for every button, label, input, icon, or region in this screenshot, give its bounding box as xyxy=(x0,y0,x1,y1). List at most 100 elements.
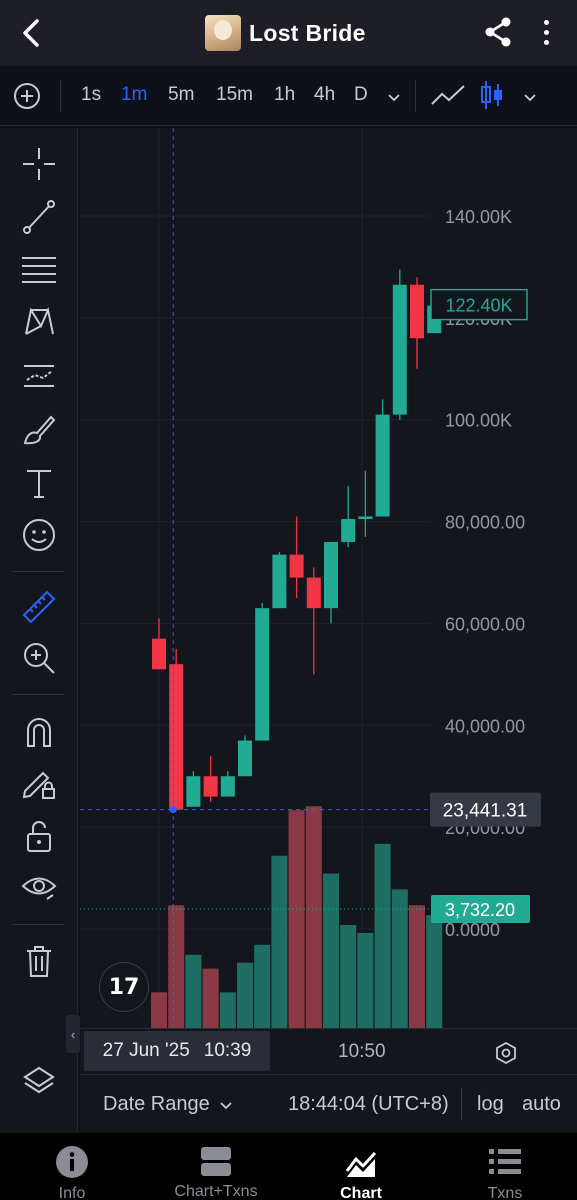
chart-settings-button[interactable] xyxy=(494,1041,518,1065)
time-tick: 10:50 xyxy=(338,1041,386,1062)
chevron-left-icon: ‹ xyxy=(70,1026,76,1042)
interval-d[interactable]: D xyxy=(354,84,368,106)
lock-drawing-icon xyxy=(22,771,55,799)
more-button[interactable] xyxy=(534,15,558,49)
text-tool[interactable] xyxy=(20,464,58,502)
lock-drawings-tool[interactable] xyxy=(20,764,58,802)
volume-bar xyxy=(168,905,185,1028)
divider xyxy=(12,924,64,925)
divider xyxy=(12,694,64,695)
candle-body xyxy=(375,414,390,517)
share-button[interactable] xyxy=(482,15,514,49)
volume-bar xyxy=(151,992,167,1028)
volume-value-text: 3,732.20 xyxy=(445,900,515,920)
ruler-tool[interactable] xyxy=(20,588,58,626)
volume-bar xyxy=(357,932,374,1028)
info-icon xyxy=(56,1146,88,1178)
chevron-down-icon xyxy=(388,94,400,102)
nav-txns[interactable]: Txns xyxy=(470,1133,540,1200)
magnet-tool[interactable] xyxy=(20,713,58,751)
time-axis[interactable]: 27 Jun '25 10:39 10:50 xyxy=(80,1028,577,1074)
price-axis-label: 60,000.00 xyxy=(445,614,525,634)
crosshair-time-label: 27 Jun '25 10:39 xyxy=(84,1031,270,1071)
interval-4h[interactable]: 4h xyxy=(314,84,335,106)
back-button[interactable] xyxy=(14,14,48,52)
chart-type-candle-button[interactable] xyxy=(480,78,504,112)
delete-tool[interactable] xyxy=(20,942,58,980)
divider xyxy=(461,1088,462,1120)
date-range-label: Date Range xyxy=(103,1093,210,1115)
brush-icon xyxy=(23,415,56,445)
magnet-icon xyxy=(27,718,51,747)
auto-scale-button[interactable]: auto xyxy=(522,1093,561,1116)
crosshair-dot xyxy=(169,806,177,814)
nav-label: Chart xyxy=(340,1185,382,1200)
add-indicator-button[interactable] xyxy=(13,82,41,110)
date-range-button[interactable]: Date Range xyxy=(103,1093,233,1116)
candle-body xyxy=(306,577,321,609)
fib-lines-tool[interactable] xyxy=(20,251,58,289)
chart-type-line-button[interactable] xyxy=(430,82,466,110)
crosshair-time: 10:39 xyxy=(203,1040,252,1061)
unlock-icon xyxy=(27,821,51,852)
candle-body xyxy=(186,776,201,807)
nav-chart[interactable]: Chart xyxy=(326,1133,396,1200)
price-axis-label: 140.00K xyxy=(445,207,512,227)
tradingview-logo-icon[interactable]: 17 xyxy=(99,962,149,1012)
visibility-tool[interactable] xyxy=(20,868,58,906)
volume-bar xyxy=(219,992,236,1028)
trend-line-tool[interactable] xyxy=(20,198,58,236)
interval-5m[interactable]: 5m xyxy=(168,84,194,106)
share-icon xyxy=(485,17,511,47)
forecast-icon xyxy=(24,365,54,387)
nav-info[interactable]: Info xyxy=(37,1133,107,1200)
clock-label[interactable]: 18:44:04 (UTC+8) xyxy=(288,1093,449,1116)
divider xyxy=(60,80,61,112)
nav-chart-txns[interactable]: Chart+Txns xyxy=(166,1133,266,1200)
interval-1m[interactable]: 1m xyxy=(121,84,147,106)
ruler-icon xyxy=(22,590,56,624)
chart-type-dropdown-button[interactable] xyxy=(522,90,540,104)
volume-bar xyxy=(426,915,443,1028)
candle-body xyxy=(220,776,235,797)
text-icon xyxy=(27,470,51,498)
candle-body xyxy=(392,284,407,415)
trend-line-icon xyxy=(23,200,55,234)
volume-bar xyxy=(237,962,253,1028)
volume-bar xyxy=(391,889,408,1028)
app-header: Lost Bride xyxy=(0,0,577,66)
forecast-tool[interactable] xyxy=(20,357,58,395)
trash-icon xyxy=(27,946,51,977)
crosshair-tool[interactable] xyxy=(20,145,58,183)
interval-1s[interactable]: 1s xyxy=(81,84,101,106)
object-tree-tool[interactable] xyxy=(20,1063,58,1101)
more-vertical-icon xyxy=(543,19,549,25)
candlestick-chart[interactable]: 140.00K120.00K100.00K80,000.0060,000.004… xyxy=(80,128,577,1028)
volume-bar xyxy=(288,810,305,1028)
interval-dropdown-button[interactable] xyxy=(386,90,404,104)
interval-1h[interactable]: 1h xyxy=(274,84,295,106)
chart-pane[interactable]: 140.00K120.00K100.00K80,000.0060,000.004… xyxy=(80,128,577,1109)
candle-body xyxy=(324,541,338,609)
candlestick-icon xyxy=(481,81,502,109)
list-icon xyxy=(489,1149,521,1174)
interval-15m[interactable]: 15m xyxy=(216,84,253,106)
collapse-tools-button[interactable]: ‹ xyxy=(66,1015,80,1053)
pattern-tool[interactable] xyxy=(20,303,58,341)
zoom-in-tool[interactable] xyxy=(20,639,58,677)
brush-tool[interactable] xyxy=(20,410,58,448)
chart-icon xyxy=(345,1151,377,1177)
unlock-tool[interactable] xyxy=(20,817,58,855)
chevron-down-icon xyxy=(220,1102,232,1109)
emoji-tool[interactable] xyxy=(20,516,58,554)
volume-bar xyxy=(305,806,322,1028)
divider xyxy=(12,571,64,572)
nav-label: Info xyxy=(58,1185,86,1200)
crosshair-price-text: 23,441.31 xyxy=(443,801,528,822)
volume-bar xyxy=(254,944,271,1028)
chevron-left-icon xyxy=(23,19,39,47)
log-scale-button[interactable]: log xyxy=(477,1093,504,1116)
nav-label: Chart+Txns xyxy=(174,1183,258,1200)
chart-status-bar: Date Range 18:44:04 (UTC+8) log auto xyxy=(80,1074,577,1132)
volume-bar xyxy=(271,855,288,1028)
